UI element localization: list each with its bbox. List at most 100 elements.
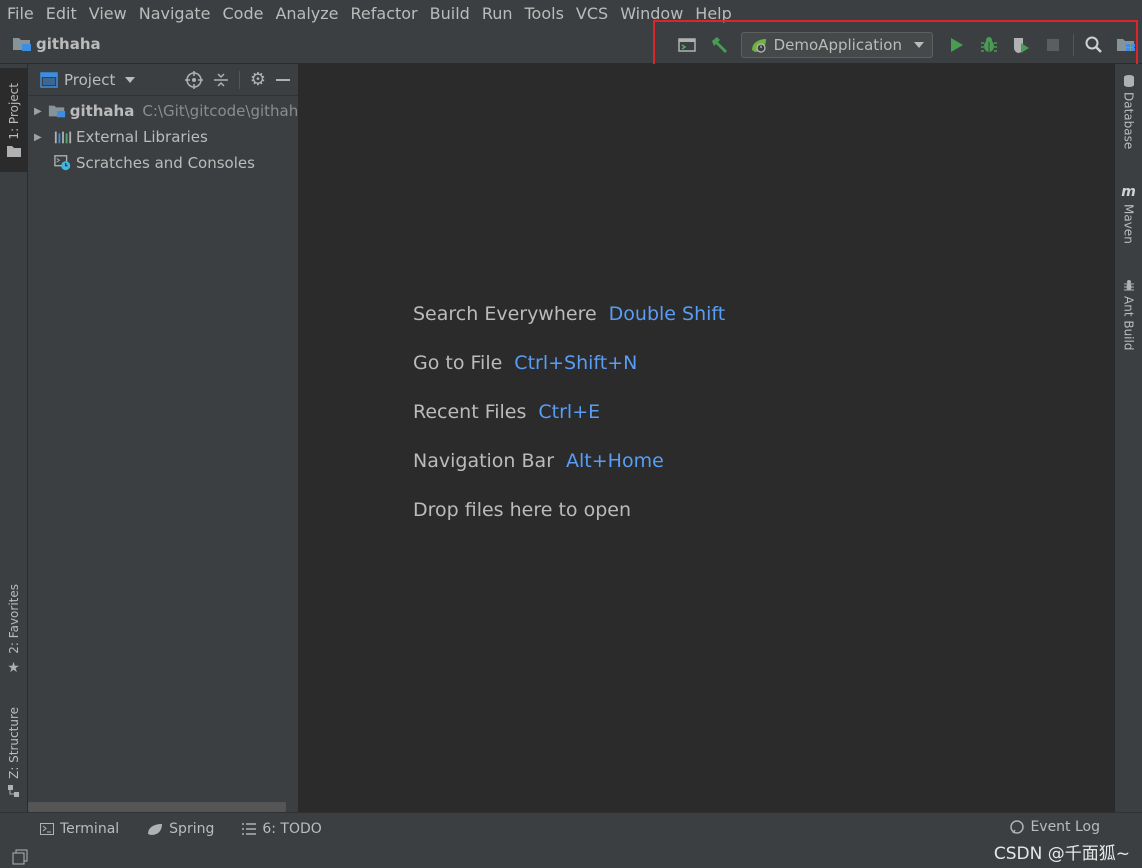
structure-tool-tab[interactable]: Z: Structure (0, 702, 27, 802)
todo-tab[interactable]: 6: TODO (228, 821, 335, 837)
console-icon (677, 37, 696, 53)
folder-icon (12, 36, 32, 52)
tree-node-label: githaha (69, 102, 135, 120)
project-tool-tab[interactable]: 1: Project (0, 68, 27, 172)
left-tool-stripe: 1: Project 2: Favorites ★ Z: Structure (0, 64, 28, 812)
spring-tab[interactable]: Spring (133, 821, 228, 837)
menu-code[interactable]: Code (217, 4, 270, 23)
minimize-icon[interactable] (276, 78, 290, 82)
menu-analyze[interactable]: Analyze (269, 4, 344, 23)
project-structure-icon (1116, 37, 1136, 53)
menu-window[interactable]: Window (614, 4, 689, 23)
favorites-tool-tab-label: 2: Favorites (6, 584, 21, 654)
project-tree: ▶ githaha C:\Git\gitcode\githah ▶ Extern… (28, 96, 298, 176)
spring-boot-icon (750, 36, 768, 54)
menu-navigate[interactable]: Navigate (133, 4, 217, 23)
hint-drop-files: Drop files here to open (413, 499, 725, 548)
horizontal-scrollbar[interactable] (28, 802, 286, 812)
main-toolbar: DemoApplication (671, 27, 1142, 63)
tree-node-project[interactable]: ▶ githaha C:\Git\gitcode\githah (28, 98, 298, 124)
play-icon (950, 37, 964, 53)
hint-action: Search Everywhere (413, 303, 597, 325)
menu-run[interactable]: Run (476, 4, 519, 23)
navigation-bar: githaha DemoApplication (0, 27, 1142, 64)
tree-node-scratches[interactable]: Scratches and Consoles (28, 150, 298, 176)
hint-action: Drop files here to open (413, 499, 632, 521)
expand-arrow-icon[interactable]: ▶ (34, 106, 42, 117)
project-breadcrumb[interactable]: githaha (12, 35, 101, 53)
gear-icon[interactable]: ⚙ (250, 70, 266, 89)
hint-shortcut: Double Shift (608, 303, 726, 325)
hammer-icon (709, 36, 729, 54)
tree-node-label: Scratches and Consoles (76, 154, 255, 172)
maven-icon: m (1121, 184, 1136, 200)
menu-edit[interactable]: Edit (40, 4, 83, 23)
tree-node-external-libraries[interactable]: ▶ External Libraries (28, 124, 298, 150)
build-project-button[interactable] (703, 29, 735, 61)
run-configuration-selector[interactable]: DemoApplication (740, 32, 933, 58)
maven-tool-tab-label: Maven (1121, 204, 1136, 244)
editor-area: Search Everywhere Double Shift Go to Fil… (299, 64, 1115, 812)
project-name: githaha (36, 35, 101, 53)
run-configuration-label: DemoApplication (773, 36, 902, 54)
hint-action: Navigation Bar (413, 450, 555, 472)
event-log-icon (1010, 820, 1025, 834)
terminal-icon (40, 823, 54, 835)
locate-file-icon[interactable] (184, 70, 203, 89)
tree-node-label: External Libraries (76, 128, 208, 146)
hint-go-to-file: Go to File Ctrl+Shift+N (413, 352, 725, 401)
terminal-tab[interactable]: Terminal (0, 821, 133, 837)
menu-help[interactable]: Help (689, 4, 737, 23)
favorites-tool-tab[interactable]: 2: Favorites ★ (0, 580, 27, 680)
terminal-tab-label: Terminal (60, 821, 120, 837)
hint-action: Recent Files (413, 401, 527, 423)
hint-action: Go to File (413, 352, 503, 374)
coverage-icon (1012, 36, 1030, 54)
project-panel-header: Project ⚙ (28, 64, 298, 96)
menu-file[interactable]: File (0, 4, 40, 23)
ant-icon (1122, 278, 1136, 292)
menu-build[interactable]: Build (424, 4, 476, 23)
csdn-watermark: CSDN @千面狐~ (993, 844, 1130, 864)
spring-tab-label: Spring (169, 821, 215, 837)
structure-icon (7, 784, 20, 797)
run-with-coverage-button[interactable] (1005, 29, 1037, 61)
expand-arrow-icon[interactable]: ▶ (34, 132, 48, 143)
libraries-icon (54, 129, 72, 145)
ant-build-tool-tab[interactable]: Ant Build (1115, 278, 1142, 350)
open-terminal-button[interactable] (671, 29, 703, 61)
todo-tab-label: 6: TODO (262, 821, 322, 837)
database-icon (1123, 74, 1135, 88)
database-tool-tab[interactable]: Database (1115, 74, 1142, 149)
menu-bar: File Edit View Navigate Code Analyze Ref… (0, 0, 1142, 27)
project-structure-button[interactable] (1110, 29, 1142, 61)
hint-navigation-bar: Navigation Bar Alt+Home (413, 450, 725, 499)
list-icon (242, 823, 257, 835)
toolbar-divider (1073, 34, 1074, 56)
structure-tool-tab-label: Z: Structure (6, 707, 21, 779)
menu-refactor[interactable]: Refactor (345, 4, 424, 23)
stop-button[interactable] (1037, 29, 1069, 61)
menu-vcs[interactable]: VCS (570, 4, 614, 23)
maven-tool-tab[interactable]: m Maven (1115, 184, 1142, 244)
debug-button[interactable] (973, 29, 1005, 61)
ant-build-tool-tab-label: Ant Build (1121, 296, 1136, 351)
project-tool-tab-label: 1: Project (6, 82, 21, 140)
collapse-all-icon[interactable] (213, 72, 229, 88)
panel-divider (238, 70, 240, 89)
star-icon: ★ (7, 659, 20, 676)
hint-shortcut: Ctrl+E (538, 401, 601, 423)
search-icon (1085, 36, 1103, 54)
toggle-tool-windows-icon[interactable] (12, 849, 28, 865)
hint-shortcut: Ctrl+Shift+N (514, 352, 638, 374)
run-button[interactable] (941, 29, 973, 61)
event-log-tab[interactable]: Event Log (1010, 819, 1100, 835)
menu-view[interactable]: View (83, 4, 133, 23)
search-everywhere-button[interactable] (1078, 29, 1110, 61)
menu-tools[interactable]: Tools (519, 4, 570, 23)
database-tool-tab-label: Database (1121, 92, 1136, 150)
project-panel-title: Project (64, 70, 116, 89)
project-view-selector[interactable]: Project (40, 70, 136, 89)
status-line: CSDN @千面狐~ (0, 844, 1142, 868)
project-view-icon (40, 71, 58, 88)
